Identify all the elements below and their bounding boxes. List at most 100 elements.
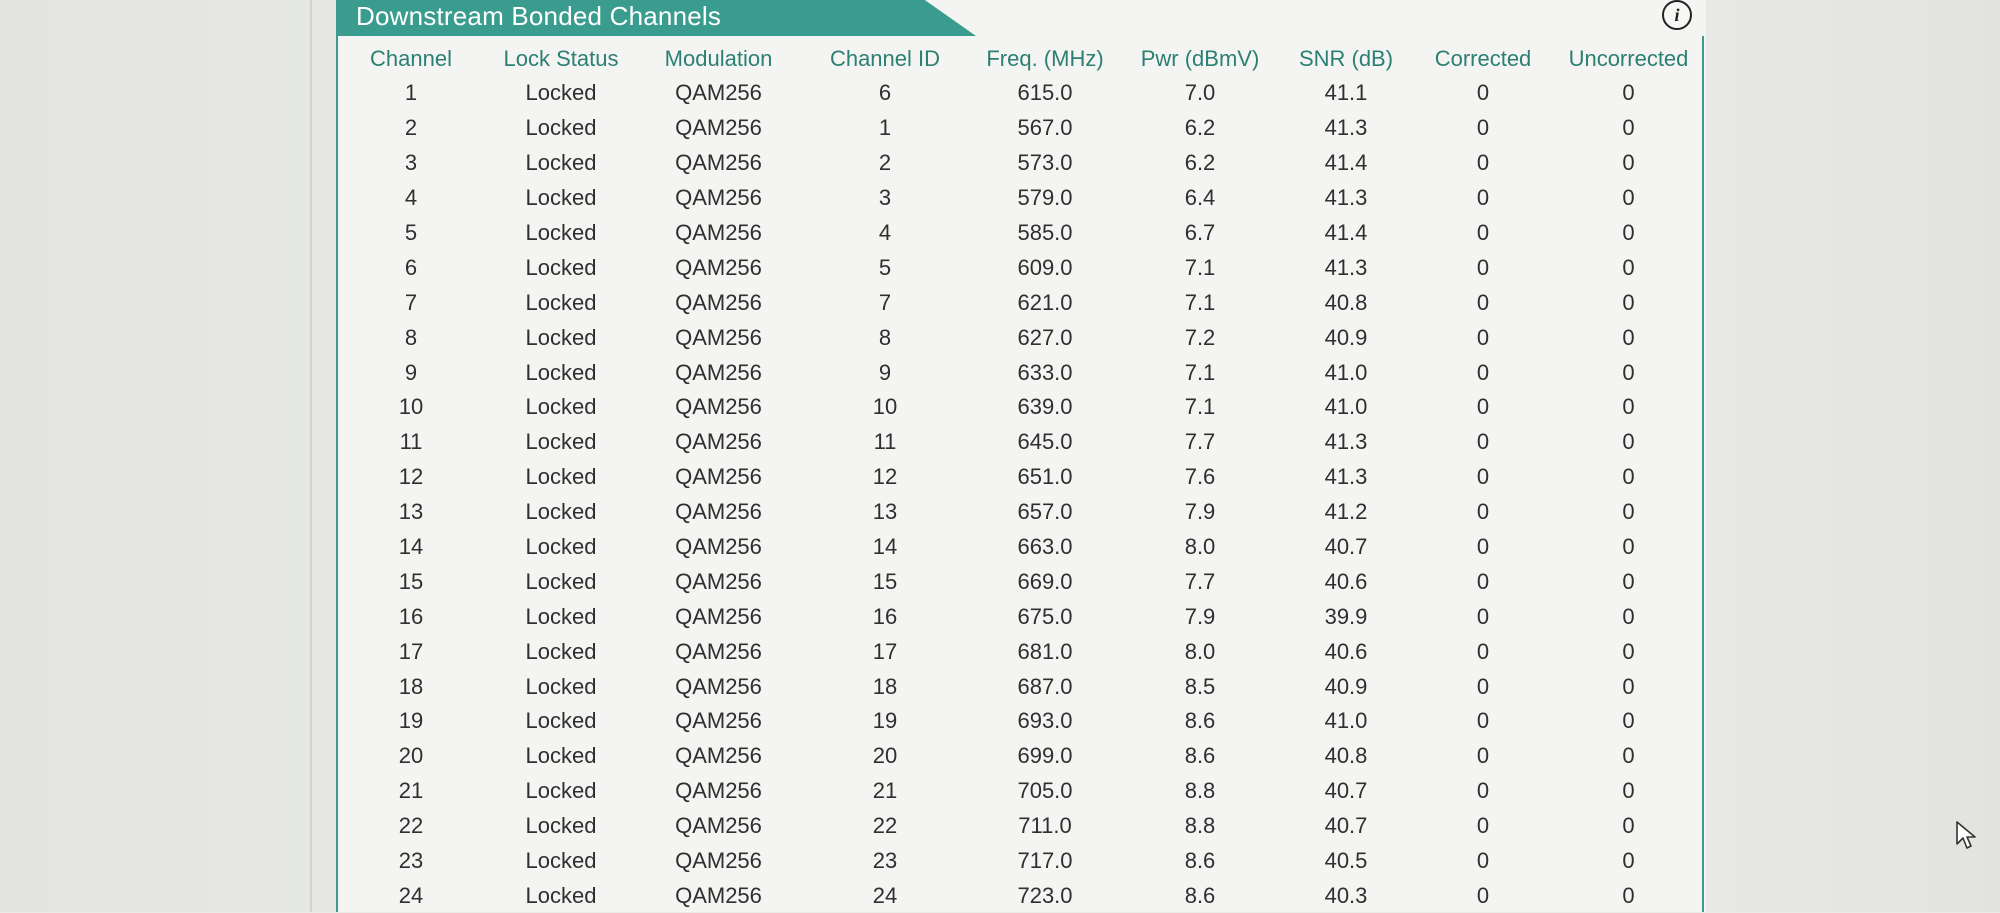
cell-lock-status: Locked bbox=[525, 185, 597, 211]
cell-frequency: 615.0 bbox=[1017, 80, 1073, 106]
cell-power: 7.1 bbox=[1184, 289, 1216, 315]
cell-channel: 14 bbox=[398, 534, 424, 560]
cell-modulation: QAM256 bbox=[675, 324, 762, 350]
cell-frequency: 627.0 bbox=[1017, 324, 1073, 350]
cell-uncorrected: 0 bbox=[1622, 848, 1635, 874]
header-snr: SNR (dB) bbox=[1298, 46, 1394, 71]
cell-channel: 5 bbox=[404, 220, 418, 245]
info-icon[interactable]: i bbox=[1662, 0, 1692, 30]
cell-channel-id: 23 bbox=[872, 848, 898, 874]
cell-uncorrected: 0 bbox=[1622, 638, 1635, 664]
cell-uncorrected: 0 bbox=[1622, 778, 1635, 804]
cell-lock-status: Locked bbox=[525, 429, 597, 455]
cell-lock-status: Locked bbox=[525, 603, 597, 629]
cell-lock-status: Locked bbox=[525, 813, 597, 839]
table-row: 13 Locked QAM256 13 657.0 7.9 41.2 0 0 bbox=[336, 495, 1704, 530]
cell-corrected: 0 bbox=[1476, 534, 1490, 560]
table-row: 9 Locked QAM256 9 633.0 7.1 41.0 0 0 bbox=[336, 355, 1704, 390]
cell-channel: 16 bbox=[398, 603, 424, 629]
cell-channel: 12 bbox=[398, 464, 424, 490]
cell-snr: 41.2 bbox=[1324, 499, 1368, 525]
cell-channel-id: 11 bbox=[873, 429, 897, 455]
cell-uncorrected: 0 bbox=[1622, 464, 1635, 490]
cell-snr: 41.4 bbox=[1324, 220, 1368, 245]
cell-channel-id: 7 bbox=[878, 289, 892, 315]
cell-modulation: QAM256 bbox=[675, 464, 762, 490]
cell-power: 8.8 bbox=[1184, 813, 1216, 839]
cell-channel-id: 16 bbox=[872, 603, 898, 629]
cell-uncorrected: 0 bbox=[1622, 499, 1635, 525]
cell-snr: 41.3 bbox=[1324, 115, 1368, 141]
cell-channel-id: 20 bbox=[872, 743, 898, 769]
cell-channel: 21 bbox=[398, 778, 424, 804]
cell-frequency: 609.0 bbox=[1017, 254, 1073, 280]
table-row: 6 Locked QAM256 5 609.0 7.1 41.3 0 0 bbox=[336, 250, 1704, 285]
cell-frequency: 639.0 bbox=[1017, 394, 1073, 420]
cell-channel-id: 6 bbox=[878, 80, 892, 106]
header-frequency: Freq. (MHz) bbox=[986, 46, 1104, 71]
cell-channel-id: 9 bbox=[878, 359, 892, 385]
cell-corrected: 0 bbox=[1476, 778, 1490, 804]
cell-uncorrected: 0 bbox=[1622, 568, 1635, 594]
cell-frequency: 579.0 bbox=[1017, 185, 1073, 211]
table-row: 18 Locked QAM256 18 687.0 8.5 40.9 0 0 bbox=[336, 669, 1704, 704]
cell-uncorrected: 0 bbox=[1622, 534, 1635, 560]
cell-snr: 41.0 bbox=[1324, 394, 1368, 420]
cell-snr: 40.9 bbox=[1324, 673, 1368, 699]
header-corrected: Corrected bbox=[1434, 46, 1532, 71]
table-row: 17 Locked QAM256 17 681.0 8.0 40.6 0 0 bbox=[336, 634, 1704, 669]
header-channel: Channel bbox=[370, 46, 452, 71]
cell-power: 6.4 bbox=[1184, 185, 1216, 211]
cell-channel-id: 4 bbox=[878, 220, 892, 245]
cell-channel: 23 bbox=[398, 848, 424, 874]
table-row: 15 Locked QAM256 15 669.0 7.7 40.6 0 0 bbox=[336, 564, 1704, 599]
cell-lock-status: Locked bbox=[525, 568, 597, 594]
cell-uncorrected: 0 bbox=[1622, 185, 1635, 211]
cell-power: 7.1 bbox=[1184, 254, 1216, 280]
cell-lock-status: Locked bbox=[525, 359, 597, 385]
cell-modulation: QAM256 bbox=[675, 254, 762, 280]
cell-channel: 6 bbox=[404, 254, 418, 280]
cell-channel-id: 1 bbox=[878, 115, 892, 141]
cell-channel-id: 15 bbox=[872, 568, 898, 594]
cell-snr: 40.7 bbox=[1324, 813, 1368, 839]
table-row: 10 Locked QAM256 10 639.0 7.1 41.0 0 0 bbox=[336, 390, 1704, 425]
cell-channel: 24 bbox=[398, 882, 424, 908]
panel-title: Downstream Bonded Channels bbox=[356, 1, 722, 31]
cell-frequency: 669.0 bbox=[1017, 568, 1073, 594]
table-row: 3 Locked QAM256 2 573.0 6.2 41.4 0 0 bbox=[336, 146, 1704, 181]
cell-lock-status: Locked bbox=[525, 220, 597, 245]
cell-uncorrected: 0 bbox=[1622, 220, 1635, 245]
cell-power: 6.7 bbox=[1184, 220, 1216, 245]
cell-channel-id: 13 bbox=[872, 499, 898, 525]
cell-snr: 40.6 bbox=[1324, 638, 1368, 664]
cell-corrected: 0 bbox=[1476, 464, 1490, 490]
cell-uncorrected: 0 bbox=[1622, 289, 1635, 315]
cell-modulation: QAM256 bbox=[675, 638, 762, 664]
cell-channel: 13 bbox=[398, 499, 424, 525]
cell-snr: 40.8 bbox=[1324, 743, 1368, 769]
table-row: 8 Locked QAM256 8 627.0 7.2 40.9 0 0 bbox=[336, 320, 1704, 355]
cell-frequency: 723.0 bbox=[1017, 882, 1073, 908]
table-row: 22 Locked QAM256 22 711.0 8.8 40.7 0 0 bbox=[336, 809, 1704, 844]
cell-snr: 41.3 bbox=[1324, 185, 1368, 211]
cell-frequency: 645.0 bbox=[1017, 429, 1073, 455]
cell-frequency: 651.0 bbox=[1017, 464, 1073, 490]
cell-power: 8.6 bbox=[1184, 882, 1216, 908]
cell-channel-id: 19 bbox=[872, 708, 898, 734]
cell-frequency: 681.0 bbox=[1017, 638, 1073, 664]
cell-snr: 39.9 bbox=[1324, 603, 1368, 629]
cell-channel-id: 3 bbox=[878, 185, 892, 211]
cell-lock-status: Locked bbox=[525, 394, 597, 420]
cell-channel: 11 bbox=[399, 429, 423, 455]
cell-corrected: 0 bbox=[1476, 638, 1490, 664]
cell-lock-status: Locked bbox=[525, 673, 597, 699]
cell-corrected: 0 bbox=[1476, 499, 1490, 525]
cell-lock-status: Locked bbox=[525, 324, 597, 350]
cell-corrected: 0 bbox=[1476, 882, 1490, 908]
cell-channel-id: 21 bbox=[872, 778, 898, 804]
cell-modulation: QAM256 bbox=[675, 150, 762, 176]
cell-uncorrected: 0 bbox=[1622, 708, 1635, 734]
cell-frequency: 567.0 bbox=[1017, 115, 1073, 141]
cell-corrected: 0 bbox=[1476, 848, 1490, 874]
